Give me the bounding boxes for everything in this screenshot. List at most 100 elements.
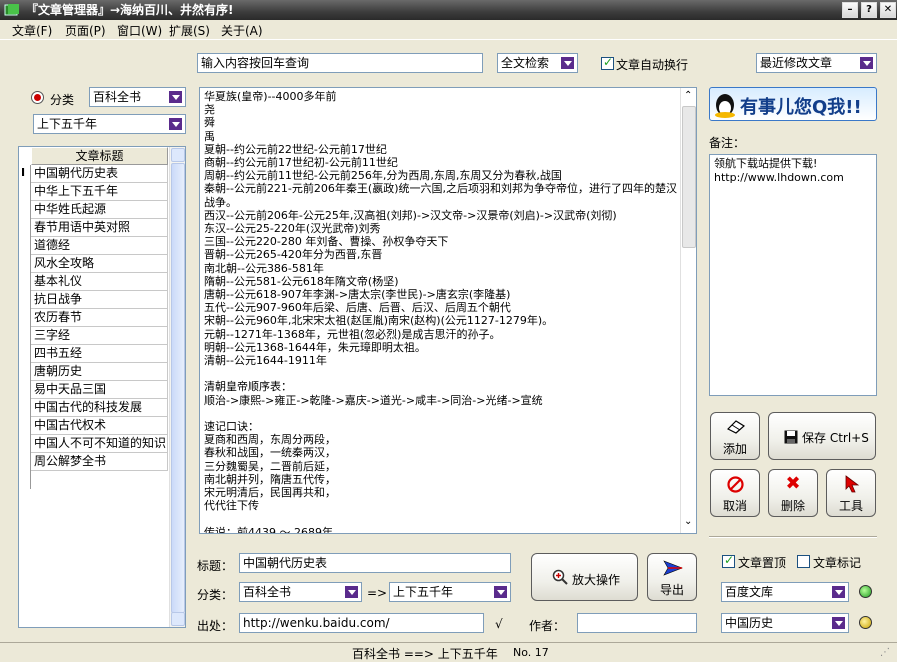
content-line: 清朝皇帝顺序表： xyxy=(204,380,292,394)
green-status-icon[interactable] xyxy=(859,585,872,598)
scroll-down-icon[interactable] xyxy=(171,612,185,626)
scroll-thumb[interactable] xyxy=(682,106,696,248)
content-line: 三分魏蜀吴，二晋前后延， xyxy=(204,459,336,473)
form-category-label: 分类： xyxy=(197,588,234,602)
menu-page[interactable]: 页面(P) xyxy=(65,22,106,39)
search-mode-select[interactable]: 全文检索 xyxy=(497,53,578,73)
list-item[interactable]: 周公解梦全书 xyxy=(31,453,168,471)
content-line: 速记口诀： xyxy=(204,420,259,434)
author-input[interactable] xyxy=(577,613,697,633)
scroll-down-icon[interactable]: ⌄ xyxy=(684,516,692,527)
tools-button[interactable]: 工具 xyxy=(826,469,876,517)
chevron-down-icon xyxy=(860,57,873,69)
content-line: 周朝--约公元前11世纪-公元前256年,分为西周,东周,东周又分为春秋,战国 xyxy=(204,169,562,183)
cancel-button[interactable]: 取消 xyxy=(710,469,760,517)
source-site-select[interactable]: 百度文库 xyxy=(721,582,849,602)
content-line: 三国--公元220-280 年刘备、曹操、孙权争夺天下 xyxy=(204,235,449,249)
list-item[interactable]: 三字经 xyxy=(31,327,168,345)
list-item[interactable]: 基本礼仪 xyxy=(31,273,168,291)
zoom-button[interactable]: 放大操作 xyxy=(531,553,638,601)
title-label: 标题： xyxy=(197,559,234,573)
article-list-scrollbar[interactable] xyxy=(169,147,185,627)
category-secondary-select[interactable]: 上下五千年 xyxy=(33,114,186,134)
content-line: 明朝--公元1368-1644年，朱元璋即明太祖。 xyxy=(204,340,426,354)
source-input[interactable]: http://wenku.baidu.com/ xyxy=(239,613,484,633)
category-label: 分类 xyxy=(50,93,75,107)
content-line: 西汉--公元前206年-公元25年,汉高祖(刘邦)->汉文帝->汉景帝(刘启)-… xyxy=(204,208,617,222)
search-input[interactable]: 输入内容按回车查询 xyxy=(197,53,483,73)
chevron-down-icon xyxy=(832,586,845,598)
form-category-primary-select[interactable]: 百科全书 xyxy=(239,582,362,602)
list-item[interactable]: 四书五经 xyxy=(31,345,168,363)
content-line xyxy=(204,407,680,420)
list-item[interactable]: 春节用语中英对照 xyxy=(31,219,168,237)
list-item[interactable]: 农历春节 xyxy=(31,309,168,327)
content-line: 宋朝--公元960年,北宋宋太祖(赵匡胤)南宋(赵构)(公元1127-1279年… xyxy=(204,314,554,328)
add-button[interactable]: 添加 xyxy=(710,412,760,460)
list-item[interactable]: 中国古代权术 xyxy=(31,417,168,435)
scroll-thumb[interactable] xyxy=(171,163,185,613)
chevron-down-icon xyxy=(494,586,507,598)
save-button[interactable]: 保存 Ctrl+S xyxy=(768,412,876,460)
content-scrollbar[interactable]: ⌃ ⌄ xyxy=(680,88,696,533)
tag-select[interactable]: 中国历史 xyxy=(721,613,849,633)
search-mode-value: 全文检索 xyxy=(501,56,550,70)
form-category-secondary-select[interactable]: 上下五千年 xyxy=(389,582,511,602)
minimize-button[interactable]: – xyxy=(842,2,858,18)
list-item[interactable]: 易中天品三国 xyxy=(31,381,168,399)
mark-article-checkbox[interactable] xyxy=(797,555,810,568)
content-line: 商朝--约公元前17世纪初-公元前11世纪 xyxy=(204,156,398,170)
content-line: 南北朝--公元386-581年 xyxy=(204,261,324,275)
yellow-status-icon[interactable] xyxy=(859,616,872,629)
list-item[interactable]: 中华姓氏起源 xyxy=(31,201,168,219)
sort-select[interactable]: 最近修改文章 xyxy=(756,53,877,73)
source-label: 出处： xyxy=(197,619,234,633)
content-line: 晋朝--公元265-420年分为西晋,东晋 xyxy=(204,248,383,262)
list-item[interactable]: 抗日战争 xyxy=(31,291,168,309)
app-window: 『文章管理器』→海纳百川、井然有序! – ? ✕ 文章(F) 页面(P) 窗口(… xyxy=(0,0,897,662)
delete-button[interactable]: ✖ 删除 xyxy=(768,469,818,517)
pin-article-checkbox[interactable] xyxy=(722,553,735,568)
category-radio[interactable] xyxy=(31,91,44,104)
magnifier-icon xyxy=(552,569,568,585)
menu-article[interactable]: 文章(F) xyxy=(12,22,52,39)
list-item[interactable]: 中国人不可不知道的知识 xyxy=(31,435,168,453)
content-line: 禹 xyxy=(204,129,215,143)
scroll-up-icon[interactable] xyxy=(171,148,185,162)
list-item[interactable]: 唐朝历史 xyxy=(31,363,168,381)
content-line: 舜 xyxy=(204,116,215,130)
delete-x-icon: ✖ xyxy=(785,473,801,494)
content-line: 华夏族(皇帝)--4000多年前 xyxy=(204,90,337,103)
menu-about[interactable]: 关于(A) xyxy=(221,22,263,39)
list-item[interactable]: 风水全攻略 xyxy=(31,255,168,273)
status-bar: 百科全书 ==> 上下五千年 No. 17 ⋰ xyxy=(0,642,897,662)
help-button[interactable]: ? xyxy=(861,2,877,18)
mark-article-label: 文章标记 xyxy=(813,556,862,570)
menu-window[interactable]: 窗口(W) xyxy=(117,22,162,39)
cursor-arrow-icon xyxy=(845,475,860,493)
source-verified-mark: √ xyxy=(495,617,503,631)
chevron-down-icon xyxy=(169,91,182,103)
list-item[interactable]: 中华上下五千年 xyxy=(31,183,168,201)
list-item[interactable]: 中国朝代历史表 xyxy=(31,165,168,183)
content-line: 唐朝--公元618-907年李渊->唐太宗(李世民)->唐玄宗(李隆基) xyxy=(204,288,511,302)
resize-grip-icon[interactable]: ⋰ xyxy=(880,647,890,658)
export-button[interactable]: 导出 xyxy=(647,553,697,601)
title-input[interactable]: 中国朝代历史表 xyxy=(239,553,511,573)
menu-extend[interactable]: 扩展(S) xyxy=(169,22,210,39)
scroll-up-icon[interactable]: ⌃ xyxy=(684,90,692,101)
content-line: 尧 xyxy=(204,103,215,117)
list-item[interactable]: 道德经 xyxy=(31,237,168,255)
app-book-icon xyxy=(4,4,19,16)
category-primary-select[interactable]: 百科全书 xyxy=(89,87,186,107)
notes-textarea[interactable]: 领航下载站提供下载! http://www.lhdown.com xyxy=(709,154,877,396)
qq-contact-banner[interactable]: 有事儿您Q我!! xyxy=(709,87,877,121)
current-row-cursor-icon: I xyxy=(21,166,26,179)
chevron-down-icon xyxy=(169,118,182,130)
auto-wrap-checkbox[interactable] xyxy=(601,55,614,70)
content-line: 春秋和战国，一统秦两汉， xyxy=(204,446,336,460)
article-content[interactable]: 华夏族(皇帝)--4000多年前尧舜禹夏朝--约公元前22世纪-公元前17世纪商… xyxy=(199,87,697,534)
close-button[interactable]: ✕ xyxy=(880,2,896,18)
list-item[interactable]: 中国古代的科技发展 xyxy=(31,399,168,417)
article-list-header[interactable]: 文章标题 xyxy=(31,147,168,165)
